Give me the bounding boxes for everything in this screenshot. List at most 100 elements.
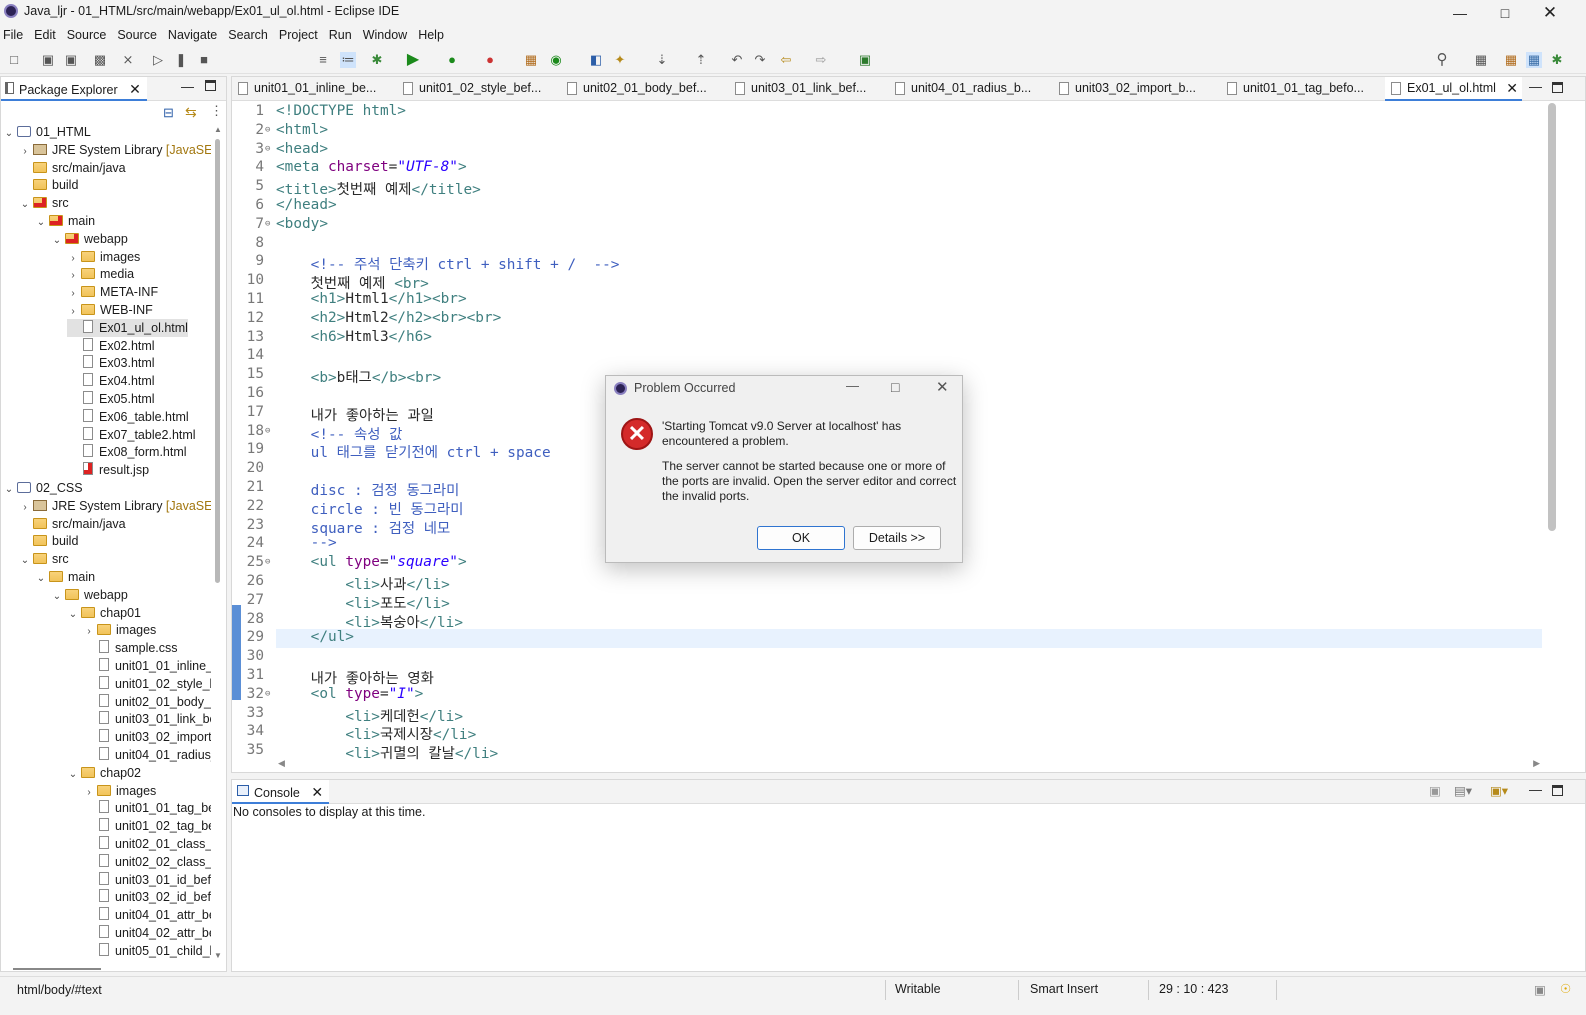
fold-icon[interactable]: ⊖: [265, 144, 270, 154]
dialog-close-button[interactable]: ✕: [936, 378, 949, 396]
close-tab-icon[interactable]: ✕: [129, 81, 141, 97]
editor-tab-5[interactable]: unit04_01_radius_b...: [889, 77, 1049, 101]
tree-hscrollbar[interactable]: [13, 968, 101, 970]
code-line[interactable]: -->: [276, 535, 337, 551]
twisty-icon[interactable]: ⌄: [35, 570, 47, 588]
mark-occurrences-icon[interactable]: ≔: [340, 52, 356, 68]
last-edit-icon[interactable]: ↶: [729, 52, 745, 68]
menu-source-2[interactable]: Source: [114, 26, 165, 46]
maximize-console-icon[interactable]: [1552, 785, 1563, 796]
forward-icon[interactable]: ⇨: [813, 52, 829, 68]
tree-item[interactable]: src/main/java: [19, 159, 126, 177]
tree-item[interactable]: unit01_01_inline_l: [83, 657, 211, 675]
tree-item[interactable]: unit05_01_child_b: [83, 942, 211, 960]
tree-item[interactable]: › images: [83, 782, 156, 800]
tree-item[interactable]: Ex08_form.html: [67, 443, 187, 461]
forward-edit-icon[interactable]: ↷: [752, 52, 768, 68]
tree-item[interactable]: ⌄ src: [19, 550, 69, 568]
close-tab-icon[interactable]: ✕: [1506, 80, 1518, 97]
code-line[interactable]: <h1>Html1</h1><br>: [276, 291, 467, 307]
menu-help[interactable]: Help: [415, 26, 452, 46]
ok-button[interactable]: OK: [757, 526, 845, 550]
code-line[interactable]: <body>: [276, 216, 328, 232]
tree-item[interactable]: ›JRE System Library [JavaSE-17: [19, 497, 211, 515]
editor-vscrollbar[interactable]: [1548, 103, 1556, 531]
debug-perspective-icon[interactable]: ✱: [1549, 52, 1565, 68]
search-icon[interactable]: ⚲: [1434, 52, 1450, 68]
dialog-minimize-button[interactable]: —: [846, 378, 859, 393]
new-icon[interactable]: □: [6, 52, 22, 68]
tree-item[interactable]: ⌄ main: [35, 212, 95, 230]
editor-tab-6[interactable]: unit03_02_import_b...: [1053, 77, 1218, 101]
new-class-icon[interactable]: ◉: [548, 52, 564, 68]
tree-item[interactable]: build: [19, 176, 78, 194]
terminate-icon[interactable]: ■: [196, 52, 212, 68]
maximize-view-icon[interactable]: [205, 80, 216, 91]
twisty-icon[interactable]: ⌄: [51, 588, 63, 606]
prev-annotation-icon[interactable]: ⇡: [693, 52, 709, 68]
tree-item[interactable]: ›JRE System Library [JavaSE-17: [19, 141, 211, 159]
tree-item[interactable]: src/main/java: [19, 515, 126, 533]
fold-icon[interactable]: ⊖: [265, 219, 270, 229]
tree-item[interactable]: ⌄ chap02: [67, 764, 141, 782]
twisty-icon[interactable]: ⌄: [19, 552, 31, 570]
code-line[interactable]: </ul>: [276, 629, 354, 645]
back-icon[interactable]: ⇦: [778, 52, 794, 68]
tree-item[interactable]: › WEB-INF: [67, 301, 152, 319]
toggle-icon[interactable]: ≡: [315, 52, 331, 68]
collapse-all-icon[interactable]: ⊟: [163, 105, 174, 121]
next-annotation-icon[interactable]: ⇣: [654, 52, 670, 68]
tree-item[interactable]: sample.css: [83, 639, 178, 657]
tree-item[interactable]: › images: [67, 248, 140, 266]
tip-icon[interactable]: ☉: [1560, 981, 1571, 996]
editor-tab-7[interactable]: unit01_01_tag_befo...: [1221, 77, 1381, 101]
tab-console[interactable]: Console ✕: [232, 780, 330, 804]
details-button[interactable]: Details >>: [853, 526, 941, 550]
tree-item[interactable]: Ex02.html: [67, 337, 155, 355]
pin-console-icon[interactable]: ▣: [1429, 783, 1441, 798]
tree-item[interactable]: ⌄ webapp: [51, 230, 128, 248]
code-line[interactable]: ul 태그를 닫기전에 ctrl + space: [276, 441, 551, 462]
tree-item[interactable]: build: [19, 532, 78, 550]
code-line[interactable]: <h2>Html2</h2><br><br>: [276, 310, 502, 326]
editor-tab-2[interactable]: unit01_02_style_bef...: [397, 77, 557, 101]
tree-item[interactable]: Ex07_table2.html: [67, 426, 196, 444]
editor-tab-1[interactable]: unit01_01_inline_be...: [232, 77, 392, 101]
jee-perspective-icon[interactable]: ▦: [1503, 52, 1519, 68]
tree-item[interactable]: Ex01_ul_ol.html: [67, 318, 188, 337]
open-perspective-icon[interactable]: ▦: [1473, 52, 1489, 68]
menu-edit[interactable]: Edit: [31, 26, 64, 46]
debug-icon[interactable]: ✱: [369, 52, 385, 68]
maximize-button[interactable]: □: [1482, 0, 1528, 25]
save-all-icon[interactable]: ▣: [63, 52, 79, 68]
skip-breakpoints-icon[interactable]: ⨯: [120, 52, 136, 68]
tree-item[interactable]: Ex05.html: [67, 390, 155, 408]
tree-item[interactable]: unit03_02_import: [83, 728, 211, 746]
tree-item[interactable]: unit01_02_style_b: [83, 675, 211, 693]
tree-item[interactable]: unit02_02_class_b: [83, 853, 211, 871]
suspend-icon[interactable]: ❚: [173, 52, 189, 68]
code-line[interactable]: <ol type="I">: [276, 686, 424, 702]
tree-item[interactable]: ⌄ webapp: [51, 586, 128, 604]
twisty-icon[interactable]: ⌄: [35, 214, 47, 232]
code-line[interactable]: <head>: [276, 141, 328, 157]
fold-icon[interactable]: ⊖: [265, 557, 270, 567]
tree-item[interactable]: Ex03.html: [67, 354, 155, 372]
maximize-editor-icon[interactable]: [1552, 82, 1563, 93]
twisty-icon[interactable]: ⌄: [3, 481, 15, 499]
code-line[interactable]: <meta charset="UTF-8">: [276, 159, 467, 175]
java-perspective-icon[interactable]: ▦: [1526, 52, 1542, 68]
fold-icon[interactable]: ⊖: [265, 689, 270, 699]
menu-navigate[interactable]: Navigate: [165, 26, 225, 46]
link-with-editor-icon[interactable]: ⇆: [185, 104, 197, 121]
code-line[interactable]: <ul type="square">: [276, 554, 467, 570]
twisty-icon[interactable]: ⌄: [67, 606, 79, 624]
code-line[interactable]: <html>: [276, 122, 328, 138]
twisty-icon[interactable]: ⌄: [3, 125, 15, 143]
tree-item[interactable]: ⌄ 01_HTML: [3, 123, 91, 141]
terminal-icon[interactable]: ▩: [92, 52, 108, 68]
tree-item[interactable]: unit01_01_tag_be: [83, 799, 211, 817]
twisty-icon[interactable]: ⌄: [67, 766, 79, 784]
tree-item[interactable]: Ex06_table.html: [67, 408, 189, 426]
open-type-icon[interactable]: ◧: [588, 52, 604, 68]
